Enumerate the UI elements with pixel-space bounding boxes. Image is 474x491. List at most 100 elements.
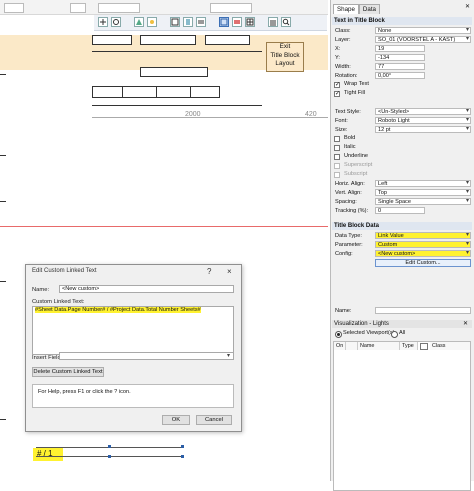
rotation-field[interactable]: 0,00°	[375, 72, 425, 79]
dimension-label: 420	[305, 111, 317, 118]
title-block-data-header: Title Block Data	[332, 222, 472, 230]
view-top-icon[interactable]	[170, 17, 180, 27]
column-header-type[interactable]: Type	[400, 342, 418, 350]
name-field[interactable]: <New custom>	[59, 285, 234, 293]
edit-custom-linked-text-dialog: Edit Custom Linked Text ? × Name: <New c…	[25, 264, 242, 432]
subscript-label: Subscript	[344, 171, 368, 177]
x-row: X: 19	[333, 45, 471, 53]
vert-align-dropdown[interactable]: Top	[375, 189, 471, 196]
italic-checkbox[interactable]	[334, 145, 340, 151]
data-type-row: Data Type: Link Value	[333, 232, 471, 240]
parameter-dropdown[interactable]: Custom	[375, 241, 471, 248]
cabinet-shape	[190, 86, 220, 98]
radio-all[interactable]	[391, 331, 398, 338]
cabinet-shape	[92, 86, 124, 98]
render-icon[interactable]	[134, 17, 144, 27]
config-dropdown[interactable]: <New custom>	[375, 250, 471, 257]
wrap-text-checkbox[interactable]: ✓	[334, 82, 340, 88]
view-combo[interactable]	[98, 3, 140, 13]
tick-mark	[0, 74, 6, 75]
flyover-icon[interactable]	[98, 17, 108, 27]
viewport-icon[interactable]	[232, 17, 242, 27]
close-icon[interactable]: ✕	[465, 3, 470, 10]
chevron-down-icon[interactable]: ▾	[227, 352, 230, 359]
exit-title-block-layout-button[interactable]: Exit Title Block Layout	[266, 42, 304, 72]
help-icon[interactable]: ?	[207, 267, 211, 276]
tick-mark	[0, 155, 6, 156]
data-type-dropdown[interactable]: Link Value	[375, 232, 471, 239]
sheet-layer-icon[interactable]	[219, 17, 229, 27]
tab-data[interactable]: Data	[358, 4, 380, 14]
selection-handle[interactable]	[108, 455, 111, 458]
selection-handle[interactable]	[181, 455, 184, 458]
selection-handle[interactable]	[108, 445, 111, 448]
bold-checkbox[interactable]	[334, 136, 340, 142]
column-header-name[interactable]: Name	[358, 342, 400, 350]
shelf-line	[92, 105, 262, 106]
tick-mark	[0, 419, 6, 420]
grid-icon[interactable]	[245, 17, 255, 27]
lighting-icon[interactable]	[147, 17, 157, 27]
y-field[interactable]: -134	[375, 54, 425, 61]
class-combo[interactable]	[70, 3, 86, 13]
cancel-button[interactable]: Cancel	[196, 415, 232, 425]
custom-linked-text-area[interactable]: #Sheet Data.Page Number# / #Project Data…	[32, 306, 234, 355]
ok-button[interactable]: OK	[162, 415, 190, 425]
column-header-icon[interactable]	[346, 342, 358, 350]
tab-shape[interactable]: Shape	[333, 4, 359, 14]
selection-handle[interactable]	[181, 445, 184, 448]
cabinet-shape	[140, 67, 208, 77]
column-header-on[interactable]: On	[334, 342, 346, 350]
custom-linked-text-label: Custom Linked Text:	[32, 299, 85, 305]
section-title: Text in Title Block	[332, 17, 472, 25]
stack-icon[interactable]	[268, 17, 278, 27]
superscript-checkbox[interactable]	[334, 163, 340, 169]
radio-all-label: All	[399, 330, 406, 336]
edit-custom-button[interactable]: Edit Custom...	[375, 259, 471, 267]
close-icon[interactable]: ×	[227, 267, 232, 276]
horiz-align-dropdown[interactable]: Left	[375, 180, 471, 187]
insert-field-label: Insert Field:	[32, 355, 63, 361]
insert-field-dropdown[interactable]	[59, 352, 234, 360]
text-style-dropdown[interactable]: <Un-Styled>	[375, 108, 471, 115]
custom-linked-text-value: #Sheet Data.Page Number# / #Project Data…	[35, 307, 201, 313]
tracking-field[interactable]: 0	[375, 207, 425, 214]
cabinet-shape	[156, 86, 192, 98]
layer-dropdown[interactable]: SO_01 (VOORSTEL A - KAST)	[375, 36, 471, 43]
zoom-icon[interactable]	[281, 17, 291, 27]
shelf-line	[92, 51, 262, 52]
class-dropdown[interactable]: None	[375, 27, 471, 34]
tracking-row: Tracking (%): 0	[333, 207, 471, 215]
delete-custom-linked-text-button[interactable]: Delete Custom Linked Text	[32, 367, 104, 377]
layer-combo[interactable]	[4, 3, 24, 13]
underline-checkbox[interactable]	[334, 154, 340, 160]
dimension-line	[92, 117, 328, 118]
visualization-header: Visualization - Lights	[332, 320, 472, 328]
x-field[interactable]: 19	[375, 45, 425, 52]
config-row: Config: <New custom>	[333, 250, 471, 258]
layer-row: Layer: SO_01 (VOORSTEL A - KAST)	[333, 36, 471, 44]
width-field[interactable]: 77	[375, 63, 425, 70]
subscript-checkbox[interactable]	[334, 172, 340, 178]
y-row: Y: -134	[333, 54, 471, 62]
name-label: Name:	[32, 287, 50, 293]
radio-selected-viewports[interactable]	[335, 331, 342, 338]
name-row: Name:	[333, 307, 471, 315]
name-field[interactable]	[375, 307, 471, 314]
zoom-combo[interactable]	[210, 3, 252, 13]
top-toolbar	[0, 0, 328, 15]
object-info-panel: Shape Data ✕ Text in Title Block Class: No…	[330, 0, 474, 491]
italic-label: Italic	[344, 144, 356, 150]
wrap-text-label: Wrap Text	[344, 81, 369, 87]
help-text-box: For Help, press F1 or click the ? icon.	[32, 384, 234, 408]
font-dropdown[interactable]: Roboto Light	[375, 117, 471, 124]
layer-options-icon[interactable]	[196, 17, 206, 27]
close-icon[interactable]: ✕	[463, 320, 468, 327]
view-front-icon[interactable]	[183, 17, 193, 27]
gear-icon[interactable]	[111, 17, 121, 27]
tight-fill-checkbox[interactable]: ✓	[334, 91, 340, 97]
column-header-class[interactable]: Class	[430, 342, 470, 350]
spacing-dropdown[interactable]: Single Space	[375, 198, 471, 205]
size-dropdown[interactable]: 12 pt	[375, 126, 471, 133]
underline-label: Underline	[344, 153, 368, 159]
